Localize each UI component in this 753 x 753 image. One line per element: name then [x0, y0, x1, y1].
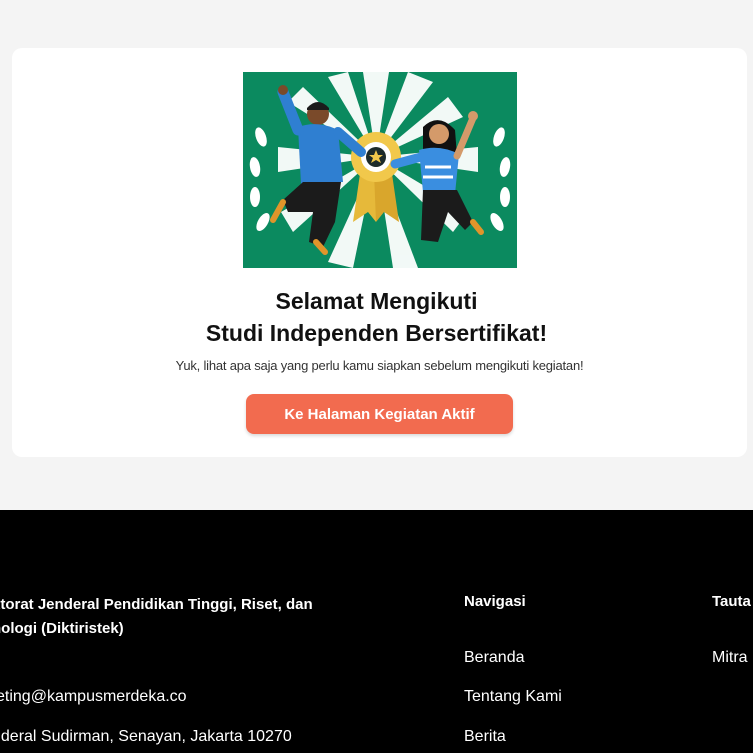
footer-link-mitra[interactable]: Mitra	[712, 649, 748, 667]
site-footer: ktorat Jenderal Pendidikan Tinggi, Riset…	[0, 510, 753, 753]
footer-org-name: ktorat Jenderal Pendidikan Tinggi, Riset…	[0, 596, 313, 637]
footer-nav-heading: Navigasi	[464, 593, 526, 610]
go-to-active-activity-button[interactable]: Ke Halaman Kegiatan Aktif	[246, 394, 513, 434]
footer-email-link[interactable]: keting@kampusmerdeka.co	[0, 688, 187, 706]
success-title-line2: Studi Independen Bersertifikat!	[205, 320, 548, 346]
footer-nav-berita[interactable]: Berita	[464, 728, 506, 746]
footer-address: nderal Sudirman, Senayan, Jakarta 10270	[0, 728, 292, 745]
footer-nav-tentang-kami[interactable]: Tentang Kami	[464, 688, 562, 706]
success-subtitle: Yuk, lihat apa saja yang perlu kamu siap…	[175, 358, 584, 373]
celebration-illustration	[243, 72, 517, 268]
footer-links-heading: Tauta	[712, 593, 751, 610]
footer-nav-beranda[interactable]: Beranda	[464, 649, 525, 667]
success-title-line1: Selamat Mengikuti	[275, 288, 478, 314]
